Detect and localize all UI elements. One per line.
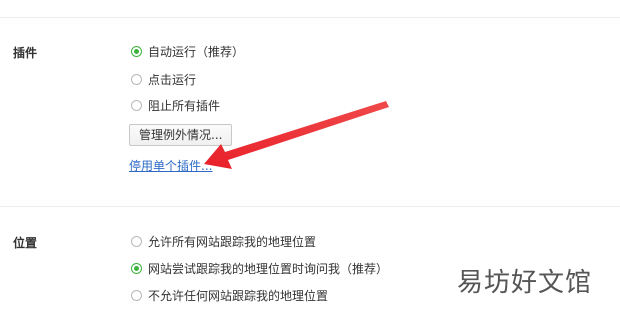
radio-checked-icon[interactable]	[131, 262, 142, 274]
plugins-option-click-to-run[interactable]: 点击运行	[131, 71, 196, 87]
location-option-label: 网站尝试跟踪我的地理位置时询问我（推荐）	[148, 261, 389, 276]
plugins-option-block-all[interactable]: 阻止所有插件	[131, 97, 220, 113]
manage-exceptions-button[interactable]: 管理例外情况...	[129, 124, 233, 146]
plugins-option-label: 点击运行	[148, 72, 197, 87]
disable-individual-plugins-link[interactable]: 停用单个插件...	[129, 157, 212, 174]
location-option-block-all[interactable]: 不允许任何网站跟踪我的地理位置	[131, 287, 328, 303]
plugins-option-label: 阻止所有插件	[148, 98, 221, 113]
plugins-option-label: 自动运行（推荐）	[148, 44, 245, 59]
top-divider	[0, 17, 620, 18]
section-divider	[0, 206, 620, 207]
watermark: 易坊好文馆	[456, 268, 592, 298]
radio-unchecked-icon[interactable]	[131, 235, 142, 247]
location-option-allow-all[interactable]: 允许所有网站跟踪我的地理位置	[131, 233, 316, 249]
radio-unchecked-icon[interactable]	[131, 289, 142, 301]
radio-unchecked-icon[interactable]	[131, 73, 142, 85]
plugins-section-label: 插件	[13, 46, 38, 60]
plugins-option-auto-run[interactable]: 自动运行（推荐）	[131, 43, 244, 59]
radio-unchecked-icon[interactable]	[131, 99, 142, 111]
location-section-label: 位置	[13, 236, 38, 250]
radio-checked-icon[interactable]	[131, 45, 142, 57]
location-option-ask[interactable]: 网站尝试跟踪我的地理位置时询问我（推荐）	[131, 260, 388, 276]
location-option-label: 允许所有网站跟踪我的地理位置	[148, 234, 317, 249]
location-option-label: 不允许任何网站跟踪我的地理位置	[148, 288, 329, 303]
